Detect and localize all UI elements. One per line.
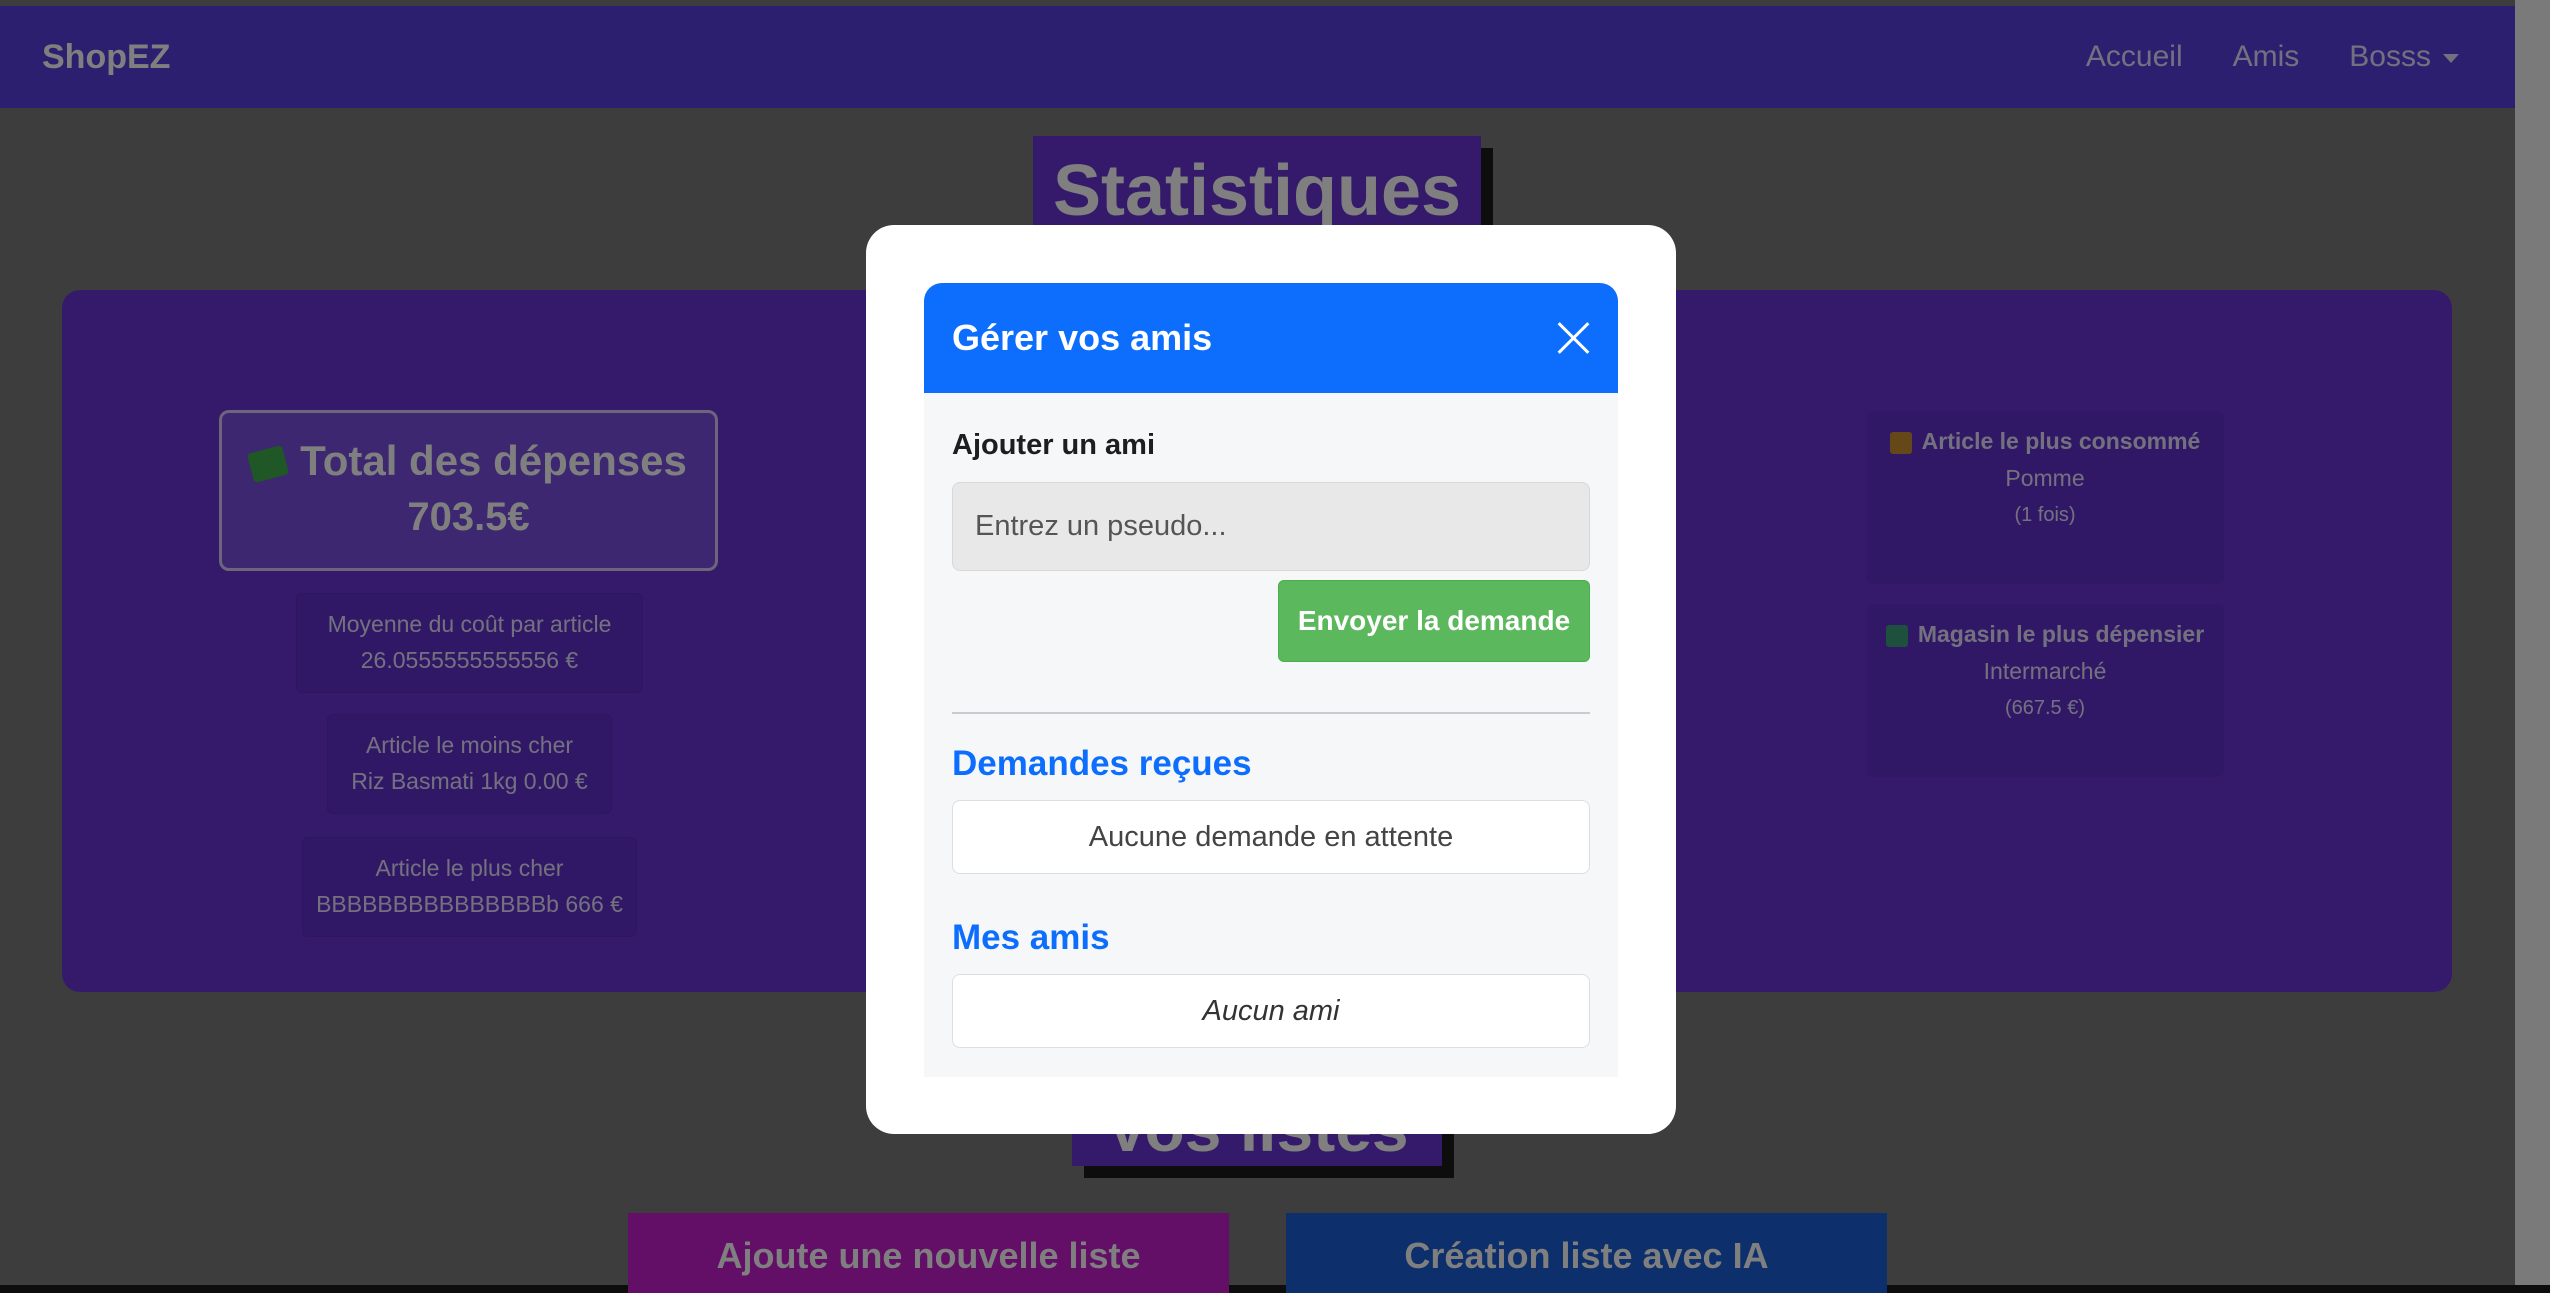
requests-empty-box: Aucune demande en attente	[952, 800, 1590, 874]
friends-empty-text: Aucun ami	[1202, 994, 1340, 1027]
friends-title: Mes amis	[952, 918, 1110, 957]
divider	[952, 712, 1590, 714]
requests-empty-text: Aucune demande en attente	[1088, 820, 1454, 853]
send-row: Envoyer la demande	[952, 580, 1590, 662]
requests-title: Demandes reçues	[952, 744, 1252, 783]
friends-modal: Gérer vos amis Ajouter un ami Envoyer la…	[924, 283, 1618, 1077]
send-request-button[interactable]: Envoyer la demande	[1278, 580, 1590, 662]
modal-body: Ajouter un ami Envoyer la demande Demand…	[924, 393, 1618, 1048]
modal-header: Gérer vos amis	[924, 283, 1618, 393]
modal-title: Gérer vos amis	[952, 317, 1213, 358]
close-icon[interactable]	[1556, 321, 1590, 355]
friends-empty-box: Aucun ami	[952, 974, 1590, 1048]
add-friend-label: Ajouter un ami	[952, 429, 1156, 461]
pseudo-input[interactable]	[952, 482, 1590, 571]
